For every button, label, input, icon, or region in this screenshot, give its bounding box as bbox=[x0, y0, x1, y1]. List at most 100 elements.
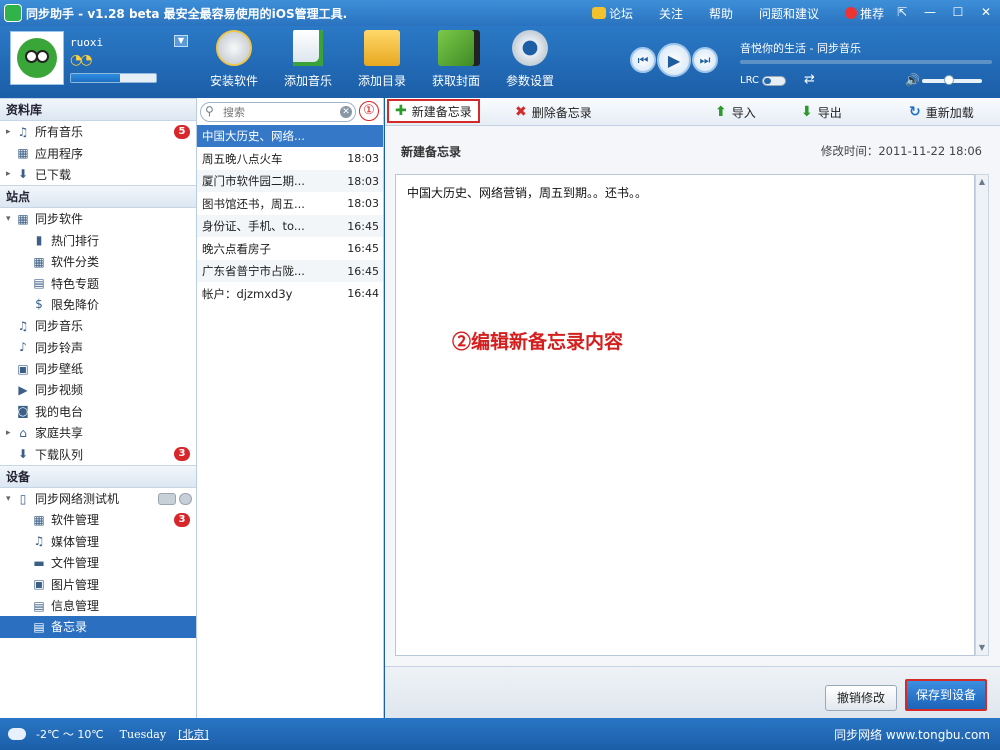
sidebar-item-radio[interactable]: ◙ 我的电台 bbox=[0, 401, 196, 422]
volume-knob[interactable] bbox=[944, 75, 954, 85]
app-title: 同步助手 - v1.28 beta 最安全最容易使用的iOS管理工具. bbox=[26, 6, 348, 21]
sidebar-item-apps[interactable]: ▦ 应用程序 bbox=[0, 142, 196, 163]
featured-icon: ▤ bbox=[33, 276, 45, 291]
shrink-icon[interactable]: ⇱ bbox=[894, 4, 910, 20]
sidebar-item-info-manage[interactable]: ▤ 信息管理 bbox=[0, 595, 196, 616]
lrc-toggle[interactable] bbox=[762, 76, 786, 86]
capacity-bar bbox=[70, 73, 157, 83]
song-progress-bar[interactable] bbox=[740, 60, 992, 64]
memo-list-item[interactable]: 身份证、手机、to... 16:45 bbox=[197, 215, 383, 237]
main-toolbar: ruoxi ◔◔ ▼ 安装软件 添加音乐 添加目录 获取封面 参数设置 ⏮ ▶ … bbox=[0, 26, 1000, 98]
memo-list-item[interactable]: 帐户：djzmxd3y 16:44 bbox=[197, 282, 383, 305]
sidebar-item-device[interactable]: ▾ ▯ 同步网络测试机 bbox=[0, 488, 196, 509]
settings-button[interactable]: 参数设置 bbox=[495, 30, 565, 89]
status-bar: -2℃ ～ 10℃ Tuesday [北京] 同步网络 www.tongbu.c… bbox=[0, 718, 1000, 750]
previous-track-button[interactable]: ⏮ bbox=[630, 47, 656, 73]
sidebar-item-download-queue[interactable]: ⬇ 下载队列 3 bbox=[0, 443, 196, 464]
sidebar-item-home-sharing[interactable]: ▸ ⌂ 家庭共享 bbox=[0, 422, 196, 443]
new-memo-button[interactable]: ✚ 新建备忘录 bbox=[387, 99, 480, 123]
radio-icon: ◙ bbox=[17, 404, 29, 419]
memo-list-item[interactable]: 广东省普宁市占陇... 16:45 bbox=[197, 260, 383, 282]
search-input[interactable] bbox=[223, 104, 339, 120]
apps-grid-icon: ▦ bbox=[17, 211, 29, 226]
sidebar-item-photo-manage[interactable]: ▣ 图片管理 bbox=[0, 573, 196, 594]
collapse-arrow-icon[interactable]: ▾ bbox=[6, 214, 16, 224]
volume-icon[interactable]: 🔊 bbox=[905, 73, 920, 87]
import-button[interactable]: ⬆ 导入 bbox=[715, 102, 756, 122]
help-link[interactable]: 帮助 bbox=[709, 5, 733, 22]
feedback-link[interactable]: 问题和建议 bbox=[759, 5, 819, 22]
download-arrow-icon: ⬇ bbox=[17, 447, 29, 462]
scroll-down-icon[interactable]: ▼ bbox=[976, 641, 988, 655]
memo-list-item[interactable]: 厦门市软件园二期... 18:03 bbox=[197, 170, 383, 192]
reload-button[interactable]: ↻ 重新加载 bbox=[909, 102, 974, 122]
search-box[interactable]: ⚲ ✕ bbox=[200, 102, 356, 122]
music-note-icon: ♫ bbox=[17, 318, 29, 333]
volume-slider[interactable] bbox=[922, 75, 982, 85]
get-cover-button[interactable]: 获取封面 bbox=[421, 30, 491, 89]
scroll-up-icon[interactable]: ▲ bbox=[976, 175, 988, 189]
repeat-icon[interactable]: ⇄ bbox=[804, 72, 815, 87]
save-to-device-button[interactable]: 保存到设备 bbox=[905, 679, 987, 711]
sidebar-item-categories[interactable]: ▦ 软件分类 bbox=[0, 251, 196, 272]
sidebar-item-file-manage[interactable]: ▬ 文件管理 bbox=[0, 552, 196, 573]
sidebar-item-media-manage[interactable]: ♫ 媒体管理 bbox=[0, 531, 196, 552]
close-button[interactable]: ✕ bbox=[978, 4, 994, 20]
forum-link[interactable]: 论坛 bbox=[592, 5, 633, 22]
sidebar-item-sync-software[interactable]: ▾ ▦ 同步软件 bbox=[0, 208, 196, 229]
next-track-button[interactable]: ⏭ bbox=[692, 47, 718, 73]
clear-icon[interactable]: ✕ bbox=[340, 106, 352, 118]
add-music-button[interactable]: 添加音乐 bbox=[273, 30, 343, 89]
contacts-icon: ▤ bbox=[33, 598, 45, 613]
memo-list-item[interactable]: 图书馆还书，周五... 18:03 bbox=[197, 192, 383, 215]
bottom-bar: 撤销修改 保存到设备 bbox=[385, 666, 1000, 718]
bell-icon: ♪ bbox=[19, 340, 27, 355]
folder-icon: ▬ bbox=[33, 555, 45, 570]
count-badge: 3 bbox=[174, 512, 190, 527]
maximize-button[interactable]: ☐ bbox=[950, 4, 966, 20]
download-arrow-icon: ⬇ bbox=[17, 167, 29, 182]
delete-memo-button[interactable]: ✖ 删除备忘录 bbox=[515, 102, 592, 122]
recommend-link[interactable]: 推荐 bbox=[845, 5, 884, 22]
app-logo-icon bbox=[4, 4, 22, 22]
sidebar: 资料库 ▸ ♫ 所有音乐 5 ▦ 应用程序 ▸ ⬇ 已下载 站点 ▾ ▦ 同步软件 ▮ 热门排行 … bbox=[0, 98, 197, 718]
cancel-changes-button[interactable]: 撤销修改 bbox=[825, 685, 897, 711]
bar-chart-icon: ▮ bbox=[35, 233, 43, 248]
sidebar-item-wallpapers[interactable]: ▣ 同步壁纸 bbox=[0, 358, 196, 379]
sidebar-item-sync-music[interactable]: ♫ 同步音乐 bbox=[0, 315, 196, 336]
now-playing-title: 音悦你的生活 - 同步音乐 bbox=[740, 42, 861, 55]
install-software-button[interactable]: 安装软件 bbox=[199, 30, 269, 89]
expand-arrow-icon[interactable]: ▸ bbox=[6, 169, 16, 179]
delete-x-icon: ✖ bbox=[515, 104, 527, 120]
sidebar-item-software-manage[interactable]: ▦ 软件管理 3 bbox=[0, 509, 196, 530]
sidebar-item-ringtones[interactable]: ♪ 同步铃声 bbox=[0, 337, 196, 358]
action-bar: ✚ 新建备忘录 ✖ 删除备忘录 ⬆ 导入 ⬇ 导出 ↻ 重新加载 bbox=[385, 98, 1000, 126]
follow-link[interactable]: 关注 bbox=[659, 5, 683, 22]
sidebar-item-featured[interactable]: ▤ 特色专题 bbox=[0, 272, 196, 293]
sidebar-item-all-music[interactable]: ▸ ♫ 所有音乐 5 bbox=[0, 121, 196, 142]
play-icon: ▶ bbox=[667, 50, 681, 70]
sidebar-item-videos[interactable]: ▶ 同步视频 bbox=[0, 379, 196, 400]
memo-list-item[interactable]: 周五晚八点火车 18:03 bbox=[197, 148, 383, 170]
minimize-button[interactable]: — bbox=[922, 4, 938, 20]
sidebar-item-memos[interactable]: ▤ 备忘录 bbox=[0, 616, 196, 638]
sidebar-item-top-charts[interactable]: ▮ 热门排行 bbox=[0, 230, 196, 251]
export-button[interactable]: ⬇ 导出 bbox=[801, 102, 842, 122]
add-folder-button[interactable]: 添加目录 bbox=[347, 30, 417, 89]
video-camera-icon: ▶ bbox=[18, 382, 28, 397]
sidebar-item-downloaded[interactable]: ▸ ⬇ 已下载 bbox=[0, 164, 196, 185]
collapse-arrow-icon[interactable]: ▾ bbox=[6, 494, 16, 504]
expand-arrow-icon[interactable]: ▸ bbox=[6, 127, 16, 137]
avatar[interactable] bbox=[10, 31, 64, 85]
editor-scrollbar[interactable]: ▲ ▼ bbox=[975, 174, 989, 656]
sidebar-item-free-deals[interactable]: $ 限免降价 bbox=[0, 294, 196, 315]
expand-arrow-icon[interactable]: ▸ bbox=[6, 428, 16, 438]
city-link[interactable]: [北京] bbox=[178, 726, 209, 742]
eject-icon[interactable] bbox=[179, 492, 192, 505]
memo-text-area[interactable]: 中国大历史、网络营销，周五到期。。还书。。 ②编辑新备忘录内容 bbox=[395, 174, 975, 656]
memo-list-item[interactable]: 中国大历史、网络... bbox=[197, 125, 383, 147]
memo-list-item[interactable]: 晚六点看房子 16:45 bbox=[197, 237, 383, 260]
chevron-down-icon[interactable]: ▼ bbox=[174, 35, 188, 47]
play-button[interactable]: ▶ bbox=[657, 43, 691, 77]
memo-content[interactable]: 中国大历史、网络营销，周五到期。。还书。。 bbox=[407, 184, 647, 201]
